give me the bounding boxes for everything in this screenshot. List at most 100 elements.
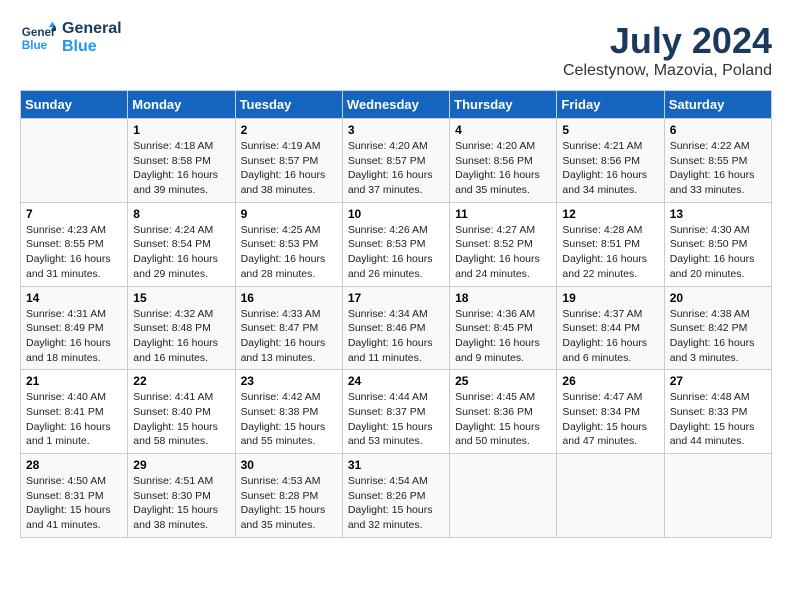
day-cell (664, 454, 771, 538)
day-info: Sunrise: 4:38 AM Sunset: 8:42 PM Dayligh… (670, 307, 766, 366)
day-info: Sunrise: 4:41 AM Sunset: 8:40 PM Dayligh… (133, 390, 229, 449)
day-cell: 7 Sunrise: 4:23 AM Sunset: 8:55 PM Daylig… (21, 202, 128, 286)
day-number: 1 (133, 123, 229, 137)
day-info: Sunrise: 4:22 AM Sunset: 8:55 PM Dayligh… (670, 139, 766, 198)
day-cell: 29Sunrise: 4:51 AM Sunset: 8:30 PM Dayli… (128, 454, 235, 538)
day-info: Sunrise: 4:40 AM Sunset: 8:41 PM Dayligh… (26, 390, 122, 449)
day-info: Sunrise: 4:20 AM Sunset: 8:57 PM Dayligh… (348, 139, 444, 198)
day-cell: 2 Sunrise: 4:19 AM Sunset: 8:57 PM Daylig… (235, 119, 342, 203)
day-info: Sunrise: 4:25 AM Sunset: 8:53 PM Dayligh… (241, 223, 337, 282)
day-number: 10 (348, 207, 444, 221)
header: General Blue GeneralBlue July 2024 Celes… (20, 20, 772, 80)
svg-text:General: General (22, 26, 56, 39)
day-info: Sunrise: 4:23 AM Sunset: 8:55 PM Dayligh… (26, 223, 122, 282)
day-number: 7 (26, 207, 122, 221)
calendar-table: SundayMondayTuesdayWednesdayThursdayFrid… (20, 90, 772, 538)
day-cell: 3 Sunrise: 4:20 AM Sunset: 8:57 PM Daylig… (342, 119, 449, 203)
day-cell: 4 Sunrise: 4:20 AM Sunset: 8:56 PM Daylig… (450, 119, 557, 203)
day-info: Sunrise: 4:30 AM Sunset: 8:50 PM Dayligh… (670, 223, 766, 282)
day-info: Sunrise: 4:54 AM Sunset: 8:26 PM Dayligh… (348, 474, 444, 533)
day-cell: 31Sunrise: 4:54 AM Sunset: 8:26 PM Dayli… (342, 454, 449, 538)
day-number: 16 (241, 291, 337, 305)
day-number: 3 (348, 123, 444, 137)
day-info: Sunrise: 4:42 AM Sunset: 8:38 PM Dayligh… (241, 390, 337, 449)
day-info: Sunrise: 4:44 AM Sunset: 8:37 PM Dayligh… (348, 390, 444, 449)
day-cell: 8Sunrise: 4:24 AM Sunset: 8:54 PM Daylig… (128, 202, 235, 286)
day-info: Sunrise: 4:47 AM Sunset: 8:34 PM Dayligh… (562, 390, 658, 449)
day-cell (557, 454, 664, 538)
day-cell: 22Sunrise: 4:41 AM Sunset: 8:40 PM Dayli… (128, 370, 235, 454)
day-cell: 23 Sunrise: 4:42 AM Sunset: 8:38 PM Dayli… (235, 370, 342, 454)
day-number: 2 (241, 123, 337, 137)
day-number: 12 (562, 207, 658, 221)
month-title: July 2024 (563, 20, 772, 62)
day-info: Sunrise: 4:37 AM Sunset: 8:44 PM Dayligh… (562, 307, 658, 366)
day-cell: 10 Sunrise: 4:26 AM Sunset: 8:53 PM Dayli… (342, 202, 449, 286)
day-number: 14 (26, 291, 122, 305)
day-number: 13 (670, 207, 766, 221)
day-number: 21 (26, 374, 122, 388)
day-cell: 24 Sunrise: 4:44 AM Sunset: 8:37 PM Dayli… (342, 370, 449, 454)
day-number: 6 (670, 123, 766, 137)
day-cell: 26 Sunrise: 4:47 AM Sunset: 8:34 PM Dayli… (557, 370, 664, 454)
week-row-4: 21 Sunrise: 4:40 AM Sunset: 8:41 PM Dayli… (21, 370, 772, 454)
day-cell (450, 454, 557, 538)
day-cell: 5 Sunrise: 4:21 AM Sunset: 8:56 PM Daylig… (557, 119, 664, 203)
day-cell: 27Sunrise: 4:48 AM Sunset: 8:33 PM Dayli… (664, 370, 771, 454)
day-header-wednesday: Wednesday (342, 91, 449, 119)
day-number: 23 (241, 374, 337, 388)
day-number: 15 (133, 291, 229, 305)
day-cell: 13 Sunrise: 4:30 AM Sunset: 8:50 PM Dayli… (664, 202, 771, 286)
day-info: Sunrise: 4:48 AM Sunset: 8:33 PM Dayligh… (670, 390, 766, 449)
day-header-saturday: Saturday (664, 91, 771, 119)
day-cell: 20 Sunrise: 4:38 AM Sunset: 8:42 PM Dayli… (664, 286, 771, 370)
day-info: Sunrise: 4:20 AM Sunset: 8:56 PM Dayligh… (455, 139, 551, 198)
day-header-tuesday: Tuesday (235, 91, 342, 119)
day-cell: 18 Sunrise: 4:36 AM Sunset: 8:45 PM Dayli… (450, 286, 557, 370)
day-cell: 28Sunrise: 4:50 AM Sunset: 8:31 PM Dayli… (21, 454, 128, 538)
day-number: 19 (562, 291, 658, 305)
week-row-2: 7 Sunrise: 4:23 AM Sunset: 8:55 PM Daylig… (21, 202, 772, 286)
day-info: Sunrise: 4:18 AM Sunset: 8:58 PM Dayligh… (133, 139, 229, 198)
day-number: 9 (241, 207, 337, 221)
day-number: 18 (455, 291, 551, 305)
day-info: Sunrise: 4:26 AM Sunset: 8:53 PM Dayligh… (348, 223, 444, 282)
day-info: Sunrise: 4:36 AM Sunset: 8:45 PM Dayligh… (455, 307, 551, 366)
day-number: 4 (455, 123, 551, 137)
day-info: Sunrise: 4:27 AM Sunset: 8:52 PM Dayligh… (455, 223, 551, 282)
logo: General Blue GeneralBlue (20, 20, 122, 56)
day-info: Sunrise: 4:51 AM Sunset: 8:30 PM Dayligh… (133, 474, 229, 533)
day-cell: 19 Sunrise: 4:37 AM Sunset: 8:44 PM Dayli… (557, 286, 664, 370)
svg-text:Blue: Blue (22, 39, 48, 52)
day-cell: 12Sunrise: 4:28 AM Sunset: 8:51 PM Dayli… (557, 202, 664, 286)
day-cell: 21 Sunrise: 4:40 AM Sunset: 8:41 PM Dayli… (21, 370, 128, 454)
day-cell: 16Sunrise: 4:33 AM Sunset: 8:47 PM Dayli… (235, 286, 342, 370)
day-cell: 17Sunrise: 4:34 AM Sunset: 8:46 PM Dayli… (342, 286, 449, 370)
day-info: Sunrise: 4:21 AM Sunset: 8:56 PM Dayligh… (562, 139, 658, 198)
day-info: Sunrise: 4:50 AM Sunset: 8:31 PM Dayligh… (26, 474, 122, 533)
day-info: Sunrise: 4:24 AM Sunset: 8:54 PM Dayligh… (133, 223, 229, 282)
day-header-friday: Friday (557, 91, 664, 119)
day-number: 30 (241, 458, 337, 472)
day-info: Sunrise: 4:34 AM Sunset: 8:46 PM Dayligh… (348, 307, 444, 366)
week-row-3: 14Sunrise: 4:31 AM Sunset: 8:49 PM Dayli… (21, 286, 772, 370)
day-number: 24 (348, 374, 444, 388)
logo-text: GeneralBlue (62, 20, 122, 55)
title-area: July 2024 Celestynow, Mazovia, Poland (563, 20, 772, 80)
day-number: 26 (562, 374, 658, 388)
day-cell: 15 Sunrise: 4:32 AM Sunset: 8:48 PM Dayli… (128, 286, 235, 370)
subtitle: Celestynow, Mazovia, Poland (563, 62, 772, 80)
day-cell: 14Sunrise: 4:31 AM Sunset: 8:49 PM Dayli… (21, 286, 128, 370)
logo-icon: General Blue (20, 20, 56, 56)
week-row-1: 1 Sunrise: 4:18 AM Sunset: 8:58 PM Daylig… (21, 119, 772, 203)
day-number: 5 (562, 123, 658, 137)
week-row-5: 28Sunrise: 4:50 AM Sunset: 8:31 PM Dayli… (21, 454, 772, 538)
day-header-monday: Monday (128, 91, 235, 119)
day-header-thursday: Thursday (450, 91, 557, 119)
day-cell: 6 Sunrise: 4:22 AM Sunset: 8:55 PM Daylig… (664, 119, 771, 203)
day-number: 20 (670, 291, 766, 305)
day-info: Sunrise: 4:32 AM Sunset: 8:48 PM Dayligh… (133, 307, 229, 366)
day-number: 25 (455, 374, 551, 388)
day-info: Sunrise: 4:19 AM Sunset: 8:57 PM Dayligh… (241, 139, 337, 198)
day-cell: 25Sunrise: 4:45 AM Sunset: 8:36 PM Dayli… (450, 370, 557, 454)
